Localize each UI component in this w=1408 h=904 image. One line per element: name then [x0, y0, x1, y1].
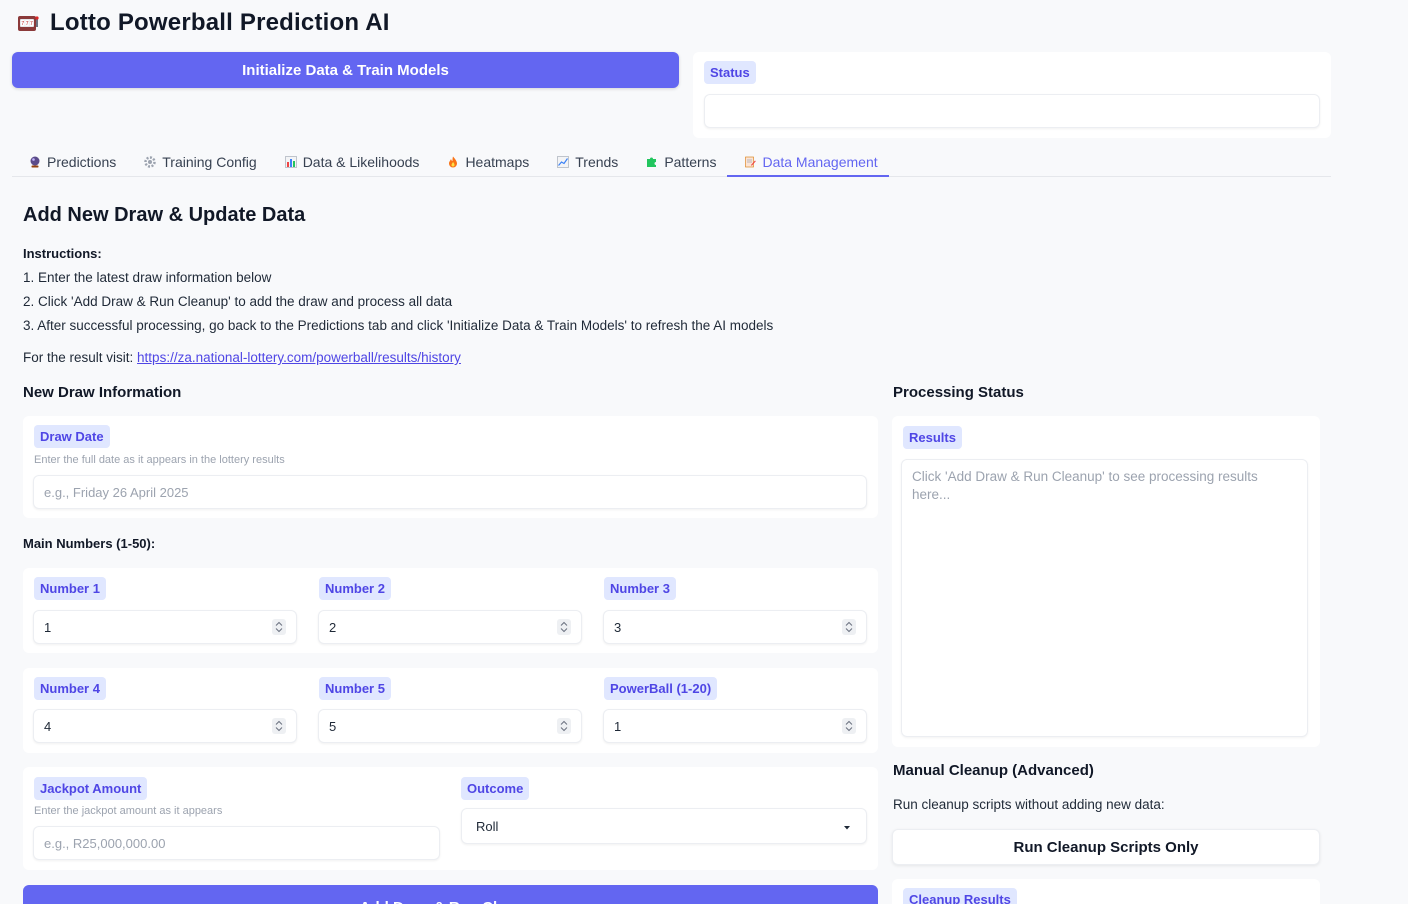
instruction-item: 3. After successful processing, go back … — [23, 318, 774, 333]
manual-cleanup-heading: Manual Cleanup (Advanced) — [893, 762, 1094, 779]
number-2-value: 2 — [329, 619, 337, 635]
results-output[interactable]: Click 'Add Draw & Run Cleanup' to see pr… — [901, 459, 1308, 737]
number-2-label: Number 2 — [319, 577, 391, 600]
puzzle-icon — [646, 156, 658, 168]
new-draw-heading: New Draw Information — [23, 384, 182, 401]
number-stepper-icon[interactable] — [842, 718, 856, 734]
number-2-input[interactable]: 2 — [318, 610, 582, 644]
results-history-link[interactable]: https://za.national-lottery.com/powerbal… — [137, 350, 461, 365]
svg-text:7: 7 — [26, 21, 29, 27]
instructions-label: Instructions: — [23, 246, 102, 261]
numbers-row-2: Number 4 4 Number 5 5 PowerBall (1-20) 1 — [23, 668, 878, 753]
app-header: 7 7 7 Lotto Powerball Prediction AI — [16, 8, 390, 38]
fire-icon — [447, 156, 459, 168]
outcome-select[interactable]: Roll — [461, 808, 867, 844]
result-link-prefix: For the result visit: — [23, 350, 134, 365]
draw-date-hint: Enter the full date as it appears in the… — [34, 454, 285, 466]
jackpot-hint: Enter the jackpot amount as it appears — [34, 805, 223, 817]
status-panel: Status — [693, 52, 1331, 138]
number-stepper-icon[interactable] — [557, 718, 571, 734]
instruction-item: 1. Enter the latest draw information bel… — [23, 270, 272, 285]
manual-cleanup-description: Run cleanup scripts without adding new d… — [893, 797, 1165, 812]
number-stepper-icon[interactable] — [557, 619, 571, 635]
draw-date-input[interactable]: e.g., Friday 26 April 2025 — [33, 475, 867, 509]
tab-data-likelihoods[interactable]: Data & Likelihoods — [268, 148, 431, 176]
number-1-value: 1 — [44, 619, 52, 635]
number-stepper-icon[interactable] — [272, 718, 286, 734]
tab-label: Data Management — [762, 153, 878, 170]
trend-chart-icon — [557, 156, 570, 168]
status-output[interactable] — [704, 94, 1320, 128]
number-5-label: Number 5 — [319, 677, 391, 700]
number-5-input[interactable]: 5 — [318, 709, 582, 743]
cleanup-results-card: Cleanup Results — [892, 879, 1320, 904]
number-4-label: Number 4 — [34, 677, 106, 700]
section-title: Add New Draw & Update Data — [23, 204, 306, 226]
number-stepper-icon[interactable] — [842, 619, 856, 635]
tab-label: Data & Likelihoods — [302, 154, 420, 170]
number-3-input[interactable]: 3 — [603, 610, 867, 644]
powerball-label: PowerBall (1-20) — [604, 677, 718, 700]
svg-text:7: 7 — [21, 21, 24, 27]
cleanup-results-label: Cleanup Results — [903, 888, 1017, 904]
gear-icon — [144, 156, 157, 168]
tab-label: Patterns — [664, 154, 717, 170]
numbers-row-1: Number 1 1 Number 2 2 Number 3 3 — [23, 568, 878, 653]
tab-label: Predictions — [47, 154, 117, 170]
status-label: Status — [704, 61, 756, 84]
jackpot-outcome-card: Jackpot Amount Enter the jackpot amount … — [23, 767, 878, 870]
draw-date-card: Draw Date Enter the full date as it appe… — [23, 416, 878, 518]
run-cleanup-scripts-button[interactable]: Run Cleanup Scripts Only — [892, 829, 1320, 865]
powerball-input[interactable]: 1 — [603, 709, 867, 743]
tab-bar: Predictions Training Config Data & Likel… — [12, 148, 1331, 177]
processing-status-heading: Processing Status — [893, 384, 1024, 401]
number-4-value: 4 — [44, 718, 52, 734]
outcome-label: Outcome — [461, 777, 530, 800]
initialize-train-button[interactable]: Initialize Data & Train Models — [12, 52, 679, 88]
number-1-input[interactable]: 1 — [33, 610, 297, 644]
main-numbers-label: Main Numbers (1-50): — [23, 536, 156, 551]
tab-trends[interactable]: Trends — [540, 148, 629, 176]
tab-heatmaps[interactable]: Heatmaps — [430, 148, 540, 176]
bar-chart-icon — [284, 156, 297, 168]
result-link-line: For the result visit: https://za.nationa… — [23, 350, 461, 365]
tab-label: Training Config — [162, 154, 257, 170]
tab-training-config[interactable]: Training Config — [127, 148, 267, 176]
results-label: Results — [903, 426, 962, 449]
tab-patterns[interactable]: Patterns — [629, 148, 727, 176]
jackpot-input[interactable]: e.g., R25,000,000.00 — [33, 826, 440, 860]
chevron-down-icon — [842, 819, 852, 834]
memo-icon — [744, 156, 757, 168]
tab-data-management[interactable]: Data Management — [727, 148, 889, 177]
draw-date-label: Draw Date — [34, 425, 110, 448]
number-3-value: 3 — [614, 619, 622, 635]
slot-machine-icon: 7 7 7 — [16, 12, 40, 34]
results-card: Results Click 'Add Draw & Run Cleanup' t… — [892, 416, 1320, 747]
app-title: Lotto Powerball Prediction AI — [50, 9, 390, 36]
number-5-value: 5 — [329, 718, 337, 734]
number-stepper-icon[interactable] — [272, 619, 286, 635]
number-1-label: Number 1 — [34, 577, 106, 600]
tab-label: Heatmaps — [465, 154, 530, 170]
tab-predictions[interactable]: Predictions — [12, 148, 127, 176]
crystal-ball-icon — [29, 156, 41, 168]
jackpot-label: Jackpot Amount — [34, 777, 148, 800]
instruction-item: 2. Click 'Add Draw & Run Cleanup' to add… — [23, 294, 453, 309]
svg-text:7: 7 — [30, 21, 33, 27]
powerball-value: 1 — [614, 718, 622, 734]
add-draw-run-cleanup-button[interactable]: Add Draw & Run Cleanup — [23, 885, 878, 904]
outcome-value: Roll — [476, 818, 499, 834]
tab-label: Trends — [575, 154, 619, 170]
number-4-input[interactable]: 4 — [33, 709, 297, 743]
number-3-label: Number 3 — [604, 577, 676, 600]
